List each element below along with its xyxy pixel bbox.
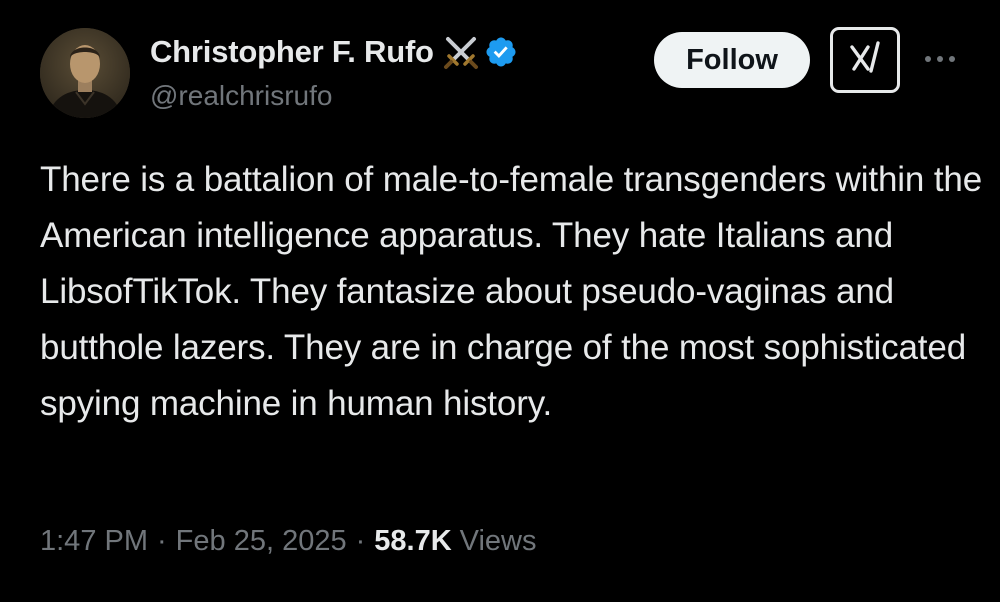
views-label: Views: [459, 525, 537, 557]
tweet-card: Christopher F. Rufo @realchrisrufo Follo…: [0, 0, 1000, 602]
follow-button[interactable]: Follow: [654, 32, 810, 88]
grok-icon: [845, 38, 885, 83]
tweet-meta: 1:47 PM · Feb 25, 2025 · 58.7K Views: [40, 525, 537, 558]
tweet-text: There is a battalion of male-to-female t…: [40, 160, 983, 423]
author-handle[interactable]: @realchrisrufo: [150, 80, 332, 112]
meta-separator: ·: [157, 525, 167, 557]
tweet-time[interactable]: 1:47 PM: [40, 525, 148, 558]
views-count: 58.7K: [374, 525, 452, 557]
author-name-row: Christopher F. Rufo: [150, 30, 518, 74]
verified-badge-icon[interactable]: [484, 35, 518, 69]
crossed-swords-icon: [442, 33, 480, 71]
author-display-name[interactable]: Christopher F. Rufo: [150, 34, 434, 70]
meta-separator: ·: [355, 525, 366, 557]
more-options-button[interactable]: [918, 48, 962, 72]
more-dots-icon: [920, 51, 960, 69]
tweet-date[interactable]: Feb 25, 2025: [176, 525, 347, 558]
grok-button[interactable]: [830, 27, 900, 93]
avatar[interactable]: [40, 28, 130, 118]
